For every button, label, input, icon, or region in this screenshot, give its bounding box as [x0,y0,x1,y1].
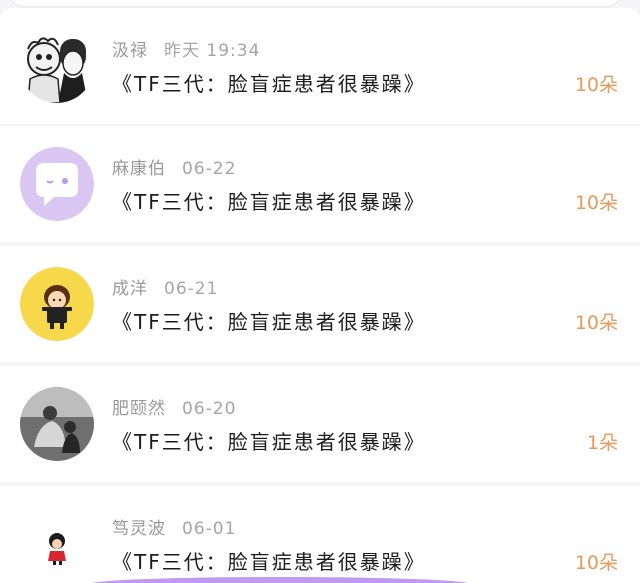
previous-card-edge [10,0,620,6]
gift-list-page: 汲禄 昨天 19:34 《TF三代：脸盲症患者很暴躁》 10朵 麻康伯 06-22 … [0,0,640,583]
people-photo-icon [20,387,94,461]
sender-name[interactable]: 成洋 [112,279,148,299]
small-cartoon-figure-icon [20,507,94,581]
book-title[interactable]: 《TF三代：脸盲症患者很暴躁》 [112,186,426,215]
avatar[interactable] [20,267,94,341]
book-title[interactable]: 《TF三代：脸盲症患者很暴躁》 [112,426,426,455]
avatar[interactable] [20,507,94,581]
sender-info: 汲禄 昨天 19:34 [112,36,260,61]
gift-count: 10朵 [574,74,618,96]
gift-count: 10朵 [574,552,618,574]
avatar[interactable] [20,147,94,221]
list-item[interactable]: 麻康伯 06-22 《TF三代：脸盲症患者很暴躁》 10朵 [0,126,640,242]
timestamp: 06-21 [164,279,219,299]
timestamp: 06-20 [182,399,237,419]
sender-name[interactable]: 笃灵波 [112,519,166,539]
chat-bubble-icon [20,147,94,221]
timestamp: 昨天 19:34 [164,41,261,61]
book-title[interactable]: 《TF三代：脸盲症患者很暴躁》 [112,546,426,575]
book-title[interactable]: 《TF三代：脸盲症患者很暴躁》 [112,306,426,335]
sender-name[interactable]: 肥颐然 [112,399,166,419]
book-title[interactable]: 《TF三代：脸盲症患者很暴躁》 [112,68,426,97]
couple-sketch-icon [20,29,94,103]
sender-name[interactable]: 汲禄 [112,41,148,61]
gift-count: 10朵 [574,192,618,214]
list-item[interactable]: 汲禄 昨天 19:34 《TF三代：脸盲症患者很暴躁》 10朵 [0,8,640,124]
avatar[interactable] [20,29,94,103]
sender-info: 麻康伯 06-22 [112,154,236,179]
sender-info: 笃灵波 06-01 [112,514,236,539]
list-item[interactable]: 成洋 06-21 《TF三代：脸盲症患者很暴躁》 10朵 [0,246,640,362]
gift-count: 1朵 [586,432,618,454]
timestamp: 06-22 [182,159,237,179]
list-item[interactable]: 肥颐然 06-20 《TF三代：脸盲症患者很暴躁》 1朵 [0,366,640,482]
avatar[interactable] [20,387,94,461]
sender-info: 肥颐然 06-20 [112,394,236,419]
timestamp: 06-01 [182,519,237,539]
list-item[interactable]: 笃灵波 06-01 《TF三代：脸盲症患者很暴躁》 10朵 [0,486,640,583]
sender-name[interactable]: 麻康伯 [112,159,166,179]
gift-count: 10朵 [574,312,618,334]
cartoon-girl-icon [20,267,94,341]
sender-info: 成洋 06-21 [112,274,218,299]
